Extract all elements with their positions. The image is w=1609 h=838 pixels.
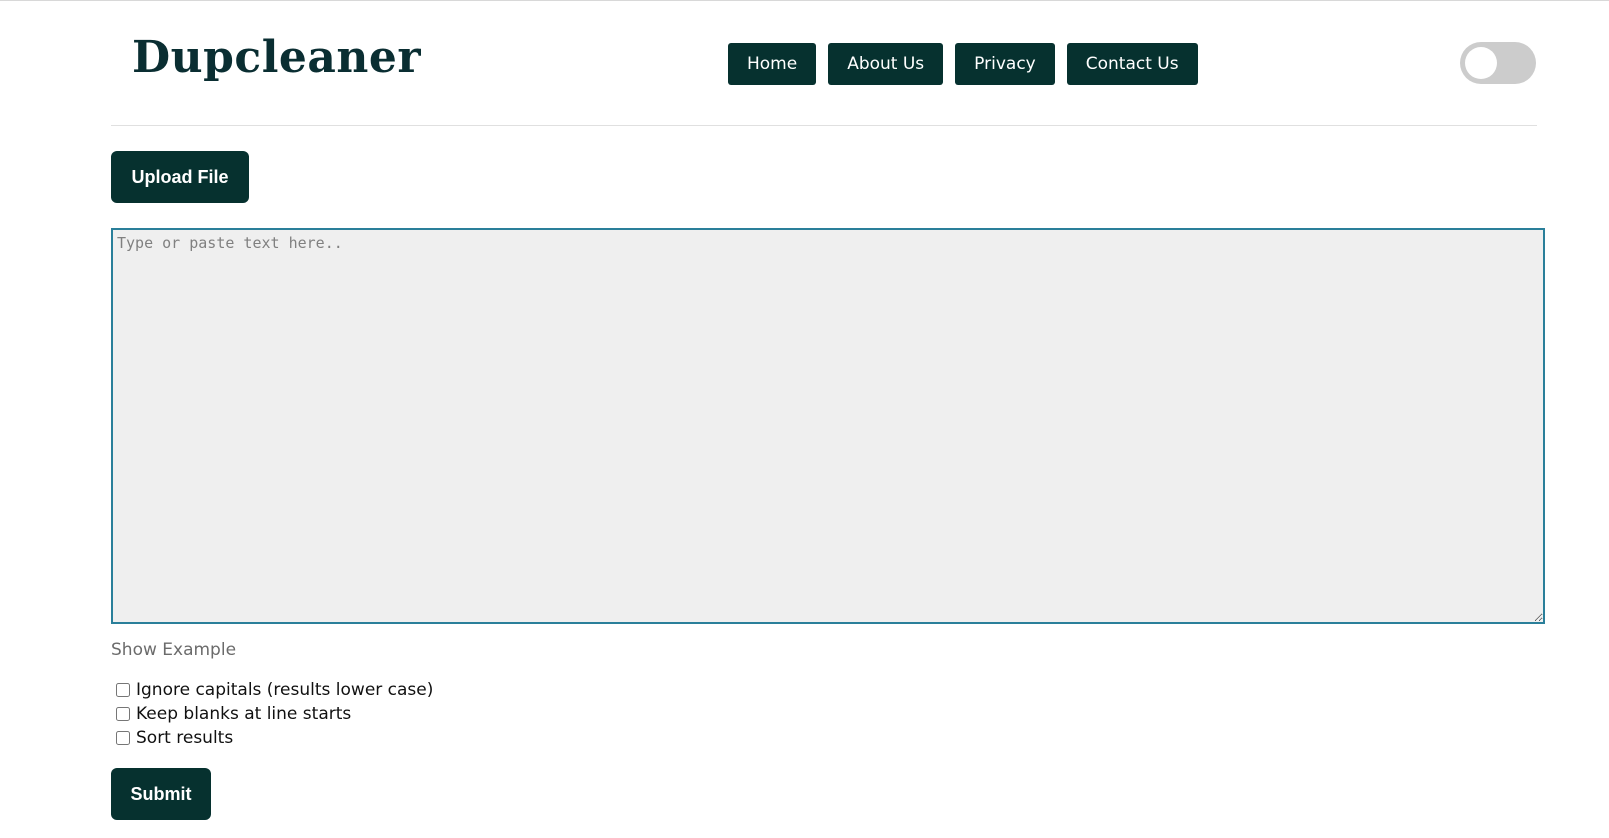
toggle-knob [1465,47,1497,79]
submit-button[interactable]: Submit [111,768,211,820]
keep-blanks-label: Keep blanks at line starts [136,704,352,724]
site-logo[interactable]: Dupcleaner [132,30,421,86]
ignore-capitals-checkbox[interactable] [116,683,130,697]
sort-results-checkbox[interactable] [116,731,130,745]
nav-privacy-button[interactable]: Privacy [955,43,1055,85]
top-border-line [0,0,1609,1]
upload-file-button[interactable]: Upload File [111,151,249,203]
options-list: Ignore capitals (results lower case) Kee… [115,678,433,750]
text-input-area[interactable] [111,228,1545,624]
nav-contact-us-button[interactable]: Contact Us [1066,43,1198,85]
theme-toggle-switch[interactable] [1460,42,1536,84]
nav-home-button[interactable]: Home [728,43,817,85]
nav-about-us-button[interactable]: About Us [828,43,944,85]
option-keep-blanks[interactable]: Keep blanks at line starts [115,702,433,726]
main-nav: Home About Us Privacy Contact Us [728,43,1198,85]
sort-results-label: Sort results [136,728,234,748]
text-input-container [111,228,1545,624]
option-ignore-capitals[interactable]: Ignore capitals (results lower case) [115,678,433,702]
header-divider [111,125,1537,126]
option-sort-results[interactable]: Sort results [115,726,433,750]
show-example-link[interactable]: Show Example [111,640,236,660]
ignore-capitals-label: Ignore capitals (results lower case) [136,680,434,700]
keep-blanks-checkbox[interactable] [116,707,130,721]
